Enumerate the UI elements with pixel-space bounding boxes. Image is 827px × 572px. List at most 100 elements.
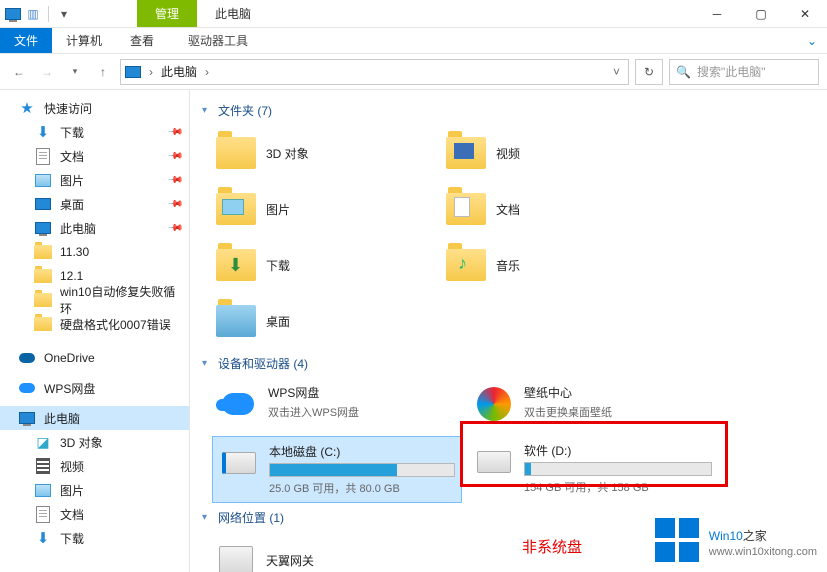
sidebar-quick-access[interactable]: ★ 快速访问 — [0, 96, 189, 120]
folder-pictures[interactable]: 图片 — [212, 181, 442, 237]
sidebar-item-pictures[interactable]: 图片 — [0, 478, 189, 502]
sidebar-item-this-pc[interactable]: 此电脑📌 — [0, 216, 189, 240]
sidebar-item-label: 文档 — [60, 506, 84, 523]
wps-cloud-icon — [218, 384, 258, 424]
pc-icon — [18, 409, 36, 427]
drive-label: WPS网盘 — [268, 384, 456, 401]
sidebar-item-documents[interactable]: 文档📌 — [0, 144, 189, 168]
address-pc-icon — [125, 66, 141, 78]
sidebar-item-desktop[interactable]: 桌面📌 — [0, 192, 189, 216]
chevron-right-icon[interactable]: › — [149, 65, 153, 79]
folder-icon — [216, 133, 256, 173]
qat-dropdown-icon[interactable]: ▾ — [55, 5, 73, 23]
drive-subtext: 双击进入WPS网盘 — [268, 404, 456, 420]
annotation-box — [460, 421, 728, 487]
folder-music[interactable]: ♪音乐 — [442, 237, 672, 293]
sidebar-this-pc[interactable]: 此电脑 — [0, 406, 189, 430]
folder-label: 文档 — [496, 201, 520, 218]
picture-icon — [34, 481, 52, 499]
up-button[interactable]: ↑ — [92, 61, 114, 83]
sidebar-item-videos[interactable]: 视频 — [0, 454, 189, 478]
folder-icon — [34, 267, 52, 285]
folder-desktop[interactable]: 桌面 — [212, 293, 442, 349]
sidebar-item-downloads[interactable]: ⬇下载📌 — [0, 120, 189, 144]
pin-icon: 📌 — [166, 220, 183, 237]
section-drives-header[interactable]: ▾ 设备和驱动器 (4) — [194, 349, 823, 378]
pc-icon — [34, 219, 52, 237]
maximize-button[interactable]: ▢ — [739, 0, 783, 28]
chevron-right-icon[interactable]: › — [205, 65, 209, 79]
folder-icon — [34, 243, 52, 261]
search-input[interactable]: 🔍 搜索"此电脑" — [669, 59, 819, 85]
folder-3d-objects[interactable]: 3D 对象 — [212, 125, 442, 181]
section-folders-header[interactable]: ▾ 文件夹 (7) — [194, 96, 823, 125]
wps-icon — [18, 379, 36, 397]
folder-icon — [34, 291, 52, 309]
sidebar-item-folder[interactable]: 11.30 — [0, 240, 189, 264]
breadcrumb[interactable]: 此电脑 — [161, 63, 197, 80]
minimize-button[interactable]: ─ — [695, 0, 739, 28]
window-title: 此电脑 — [197, 0, 269, 27]
drive-wps[interactable]: WPS网盘双击进入WPS网盘 — [212, 378, 462, 430]
chevron-down-icon: ▾ — [202, 105, 214, 116]
forward-button[interactable]: → — [36, 61, 58, 83]
folder-label: 下载 — [266, 257, 290, 274]
folder-label: 视频 — [496, 145, 520, 162]
sidebar-item-folder[interactable]: win10自动修复失败循环 — [0, 288, 189, 312]
content-pane: ▾ 文件夹 (7) 3D 对象 视频 图片 文档 ⬇下载 ♪音乐 桌面 ▾ 设备… — [190, 90, 827, 572]
sidebar-item-3d[interactable]: ◪3D 对象 — [0, 430, 189, 454]
recent-dropdown[interactable]: ▾ — [64, 61, 86, 83]
folder-downloads[interactable]: ⬇下载 — [212, 237, 442, 293]
drive-subtext: 双击更换桌面壁纸 — [524, 404, 712, 420]
sidebar-item-label: win10自动修复失败循环 — [60, 283, 181, 317]
search-icon: 🔍 — [676, 65, 691, 79]
watermark-url: www.win10xitong.com — [709, 546, 817, 558]
storage-bar — [269, 463, 455, 477]
folder-label: 桌面 — [266, 313, 290, 330]
tab-file[interactable]: 文件 — [0, 28, 52, 53]
pin-icon: 📌 — [166, 148, 183, 165]
address-dropdown-icon[interactable]: ˅ — [609, 65, 624, 79]
wallpaper-icon — [474, 384, 514, 424]
navigation-bar: ← → ▾ ↑ › 此电脑 › ˅ ↻ 🔍 搜索"此电脑" — [0, 54, 827, 90]
tab-drive-tools[interactable]: 驱动器工具 — [174, 28, 262, 53]
refresh-button[interactable]: ↻ — [635, 59, 663, 85]
sidebar-wps[interactable]: WPS网盘 — [0, 376, 189, 400]
tab-view[interactable]: 查看 — [116, 28, 168, 53]
quick-access-toolbar: ▥ ▾ — [0, 5, 77, 23]
section-title: 文件夹 (7) — [218, 102, 272, 119]
picture-icon — [34, 171, 52, 189]
ribbon-help-icon[interactable]: ⌄ — [797, 28, 827, 53]
pin-icon: 📌 — [166, 124, 183, 141]
context-tab-manage[interactable]: 管理 — [137, 0, 197, 27]
folder-label: 图片 — [266, 201, 290, 218]
section-title: 设备和驱动器 (4) — [218, 355, 308, 372]
folder-videos[interactable]: 视频 — [442, 125, 672, 181]
address-bar[interactable]: › 此电脑 › ˅ — [120, 59, 629, 85]
qat-props-icon[interactable]: ▥ — [24, 5, 42, 23]
sidebar-item-label: 图片 — [60, 482, 84, 499]
close-button[interactable]: ✕ — [783, 0, 827, 28]
sidebar-onedrive[interactable]: OneDrive — [0, 346, 189, 370]
sidebar-item-folder[interactable]: 硬盘格式化0007错误 — [0, 312, 189, 336]
sidebar-item-downloads[interactable]: ⬇ 下载 — [0, 526, 189, 550]
folder-documents[interactable]: 文档 — [442, 181, 672, 237]
sidebar-item-pictures[interactable]: 图片📌 — [0, 168, 189, 192]
sidebar-item-label: 桌面 — [60, 196, 84, 213]
sidebar-item-label: 视频 — [60, 458, 84, 475]
network-label: 天翼网关 — [266, 552, 314, 569]
tab-computer[interactable]: 计算机 — [52, 28, 116, 53]
folder-icon: ♪ — [446, 245, 486, 285]
sidebar-item-label: 下载 — [60, 530, 84, 547]
section-title: 网络位置 (1) — [218, 509, 284, 526]
watermark: Win10之家 www.win10xitong.com — [655, 518, 817, 562]
sidebar-item-documents[interactable]: 文档 — [0, 502, 189, 526]
drive-c[interactable]: 本地磁盘 (C:) 25.0 GB 可用，共 80.0 GB — [212, 436, 462, 503]
back-button[interactable]: ← — [8, 61, 30, 83]
pin-icon: 📌 — [166, 172, 183, 189]
app-icon — [4, 5, 22, 23]
network-item[interactable]: 天翼网关 — [212, 532, 442, 572]
film-icon — [34, 457, 52, 475]
download-icon: ⬇ — [34, 529, 52, 547]
sidebar-item-label: 3D 对象 — [60, 434, 103, 451]
